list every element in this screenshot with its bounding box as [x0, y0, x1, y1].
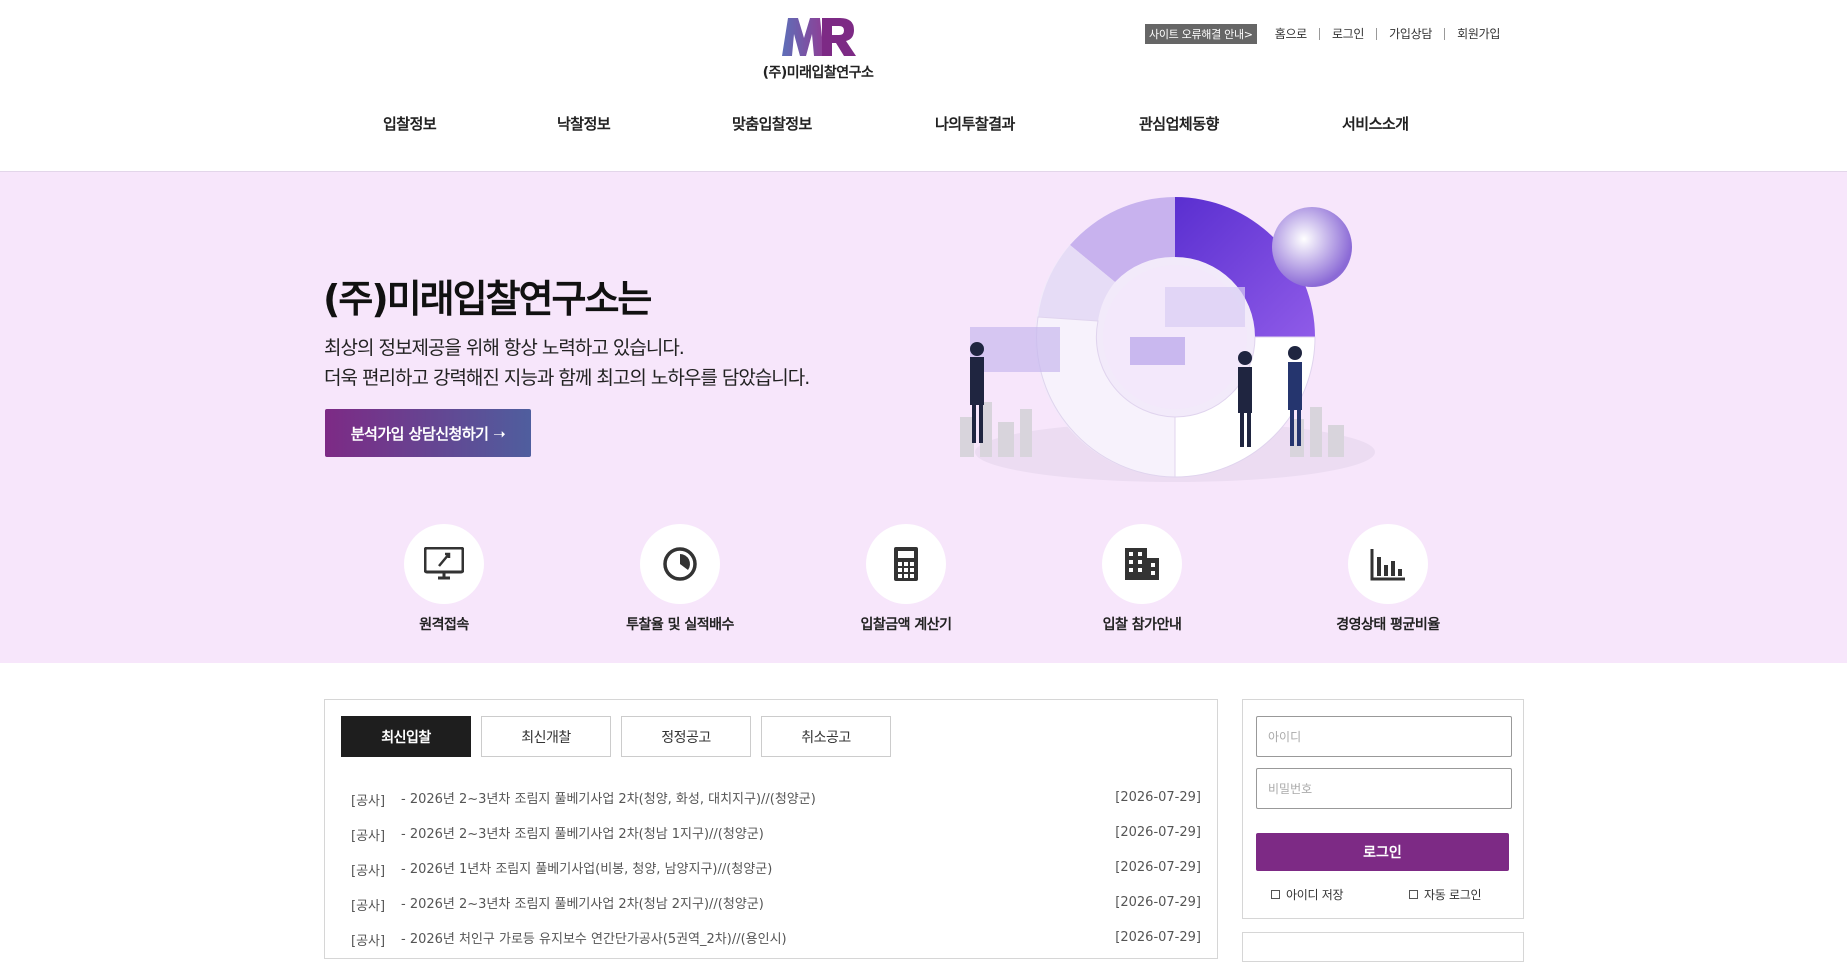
mr-logo-icon [782, 18, 856, 56]
top-links: 사이트 오류해결 안내> 홈으로 로그인 가입상담 회원가입 [1145, 24, 1512, 44]
quick-label: 원격접속 [419, 617, 469, 633]
bid-type: [공사] [351, 829, 386, 844]
site-header: (주)미래입찰연구소 사이트 오류해결 안내> 홈으로 로그인 가입상담 회원가… [0, 0, 1847, 172]
checkbox-icon[interactable] [1409, 890, 1418, 899]
consult-cta-button[interactable]: 분석가입 상담신청하기 ➝ [325, 409, 531, 457]
bid-title[interactable]: - 2026년 1년차 조림지 풀베기사업(비봉, 청양, 남양지구)//(청양… [401, 858, 772, 877]
sidebar-panel [1242, 932, 1524, 962]
bid-row[interactable]: [공사] - 2026년 1년차 조림지 풀베기사업(비봉, 청양, 남양지구)… [351, 858, 1201, 893]
bid-board: 최신입찰 최신개찰 정정공고 취소공고 [공사] - 2026년 2~3년차 조… [324, 699, 1218, 959]
tab-latest-openings[interactable]: 최신개찰 [481, 716, 611, 757]
board-tabs: 최신입찰 최신개찰 정정공고 취소공고 [341, 716, 891, 757]
bid-type: [공사] [351, 934, 386, 949]
home-link[interactable]: 홈으로 [1275, 28, 1319, 40]
hero-line-2: 더욱 편리하고 강력해진 지능과 함께 최고의 노하우를 담았습니다. [324, 367, 810, 389]
logo-name: (주)미래입찰연구소 [762, 65, 874, 81]
calculator-icon [894, 547, 918, 581]
bid-title[interactable]: - 2026년 2~3년차 조림지 풀베기사업 2차(청남 1지구)//(청양군… [401, 823, 764, 842]
tab-cancellations[interactable]: 취소공고 [761, 716, 891, 757]
quick-bid-guide[interactable]: 입찰 참가안내 [1042, 524, 1242, 634]
bid-date: [2026-07-29] [1115, 930, 1201, 945]
hero-banner: (주)미래입찰연구소는 최상의 정보제공을 위해 항상 노력하고 있습니다. 더… [0, 172, 1847, 663]
bid-title[interactable]: - 2026년 처인구 가로등 유지보수 연간단가공사(5권역_2차)//(용인… [401, 928, 787, 947]
auto-login-checkbox[interactable]: 자동 로그인 [1409, 886, 1482, 903]
password-input[interactable] [1256, 768, 1512, 809]
save-id-checkbox[interactable]: 아이디 저장 [1271, 886, 1344, 903]
signup-link[interactable]: 회원가입 [1444, 28, 1512, 40]
remote-monitor-icon [424, 547, 464, 580]
quick-bid-rate[interactable]: 투찰율 및 실적배수 [580, 524, 780, 634]
nav-custom-bid[interactable]: 맞춤입찰정보 [732, 113, 812, 134]
consult-link[interactable]: 가입상담 [1376, 28, 1444, 40]
bid-row[interactable]: [공사] - 2026년 2~3년차 조림지 풀베기사업 2차(청남 2지구)/… [351, 893, 1201, 928]
quick-bid-calculator[interactable]: 입찰금액 계산기 [806, 524, 1006, 634]
user-id-input[interactable] [1256, 716, 1512, 757]
save-id-label: 아이디 저장 [1286, 888, 1344, 902]
nav-service-intro[interactable]: 서비스소개 [1342, 113, 1409, 134]
login-box: 로그인 아이디 저장 자동 로그인 [1242, 699, 1524, 919]
site-notice-link[interactable]: 사이트 오류해결 안내> [1145, 24, 1257, 44]
bid-title[interactable]: - 2026년 2~3년차 조림지 풀베기사업 2차(청남 2지구)//(청양군… [401, 893, 764, 912]
bid-date: [2026-07-29] [1115, 860, 1201, 875]
hero-line-1: 최상의 정보제공을 위해 항상 노력하고 있습니다. [324, 337, 685, 359]
nav-company-trends[interactable]: 관심업체동향 [1139, 113, 1219, 134]
bid-row[interactable]: [공사] - 2026년 처인구 가로등 유지보수 연간단가공사(5권역_2차)… [351, 928, 1201, 963]
login-link[interactable]: 로그인 [1318, 28, 1376, 40]
bid-date: [2026-07-29] [1115, 895, 1201, 910]
building-icon [1125, 548, 1159, 580]
quick-label: 투찰율 및 실적배수 [626, 617, 734, 633]
quick-remote-access[interactable]: 원격접속 [344, 524, 544, 634]
bid-date: [2026-07-29] [1115, 825, 1201, 840]
bid-type: [공사] [351, 899, 386, 914]
hero-illustration [960, 197, 1375, 482]
logo[interactable]: (주)미래입찰연구소 [753, 16, 883, 82]
login-button[interactable]: 로그인 [1256, 833, 1509, 871]
bid-date: [2026-07-29] [1115, 790, 1201, 805]
hero-title: (주)미래입찰연구소는 [323, 277, 652, 321]
pie-chart-icon [663, 547, 697, 581]
nav-award-info[interactable]: 낙찰정보 [557, 113, 611, 134]
bid-title[interactable]: - 2026년 2~3년차 조림지 풀베기사업 2차(청양, 화성, 대치지구)… [401, 788, 816, 807]
bid-type: [공사] [351, 794, 386, 809]
quick-label: 입찰금액 계산기 [860, 617, 952, 633]
bid-type: [공사] [351, 864, 386, 879]
bar-chart-icon [1370, 549, 1405, 581]
nav-my-results[interactable]: 나의투찰결과 [935, 113, 1015, 134]
main-nav: 입찰정보 낙찰정보 맞춤입찰정보 나의투찰결과 관심업체동향 서비스소개 [0, 113, 1847, 137]
quick-management-ratio[interactable]: 경영상태 평균비율 [1288, 524, 1488, 634]
bid-row[interactable]: [공사] - 2026년 2~3년차 조림지 풀베기사업 2차(청남 1지구)/… [351, 823, 1201, 858]
checkbox-icon[interactable] [1271, 890, 1280, 899]
auto-login-label: 자동 로그인 [1424, 888, 1482, 902]
quick-label: 경영상태 평균비율 [1336, 617, 1440, 633]
bid-row[interactable]: [공사] - 2026년 2~3년차 조림지 풀베기사업 2차(청양, 화성, … [351, 788, 1201, 823]
quick-label: 입찰 참가안내 [1102, 617, 1182, 633]
bid-list: [공사] - 2026년 2~3년차 조림지 풀베기사업 2차(청양, 화성, … [351, 788, 1201, 963]
tab-latest-bids[interactable]: 최신입찰 [341, 716, 471, 757]
nav-bid-info[interactable]: 입찰정보 [383, 113, 437, 134]
tab-corrections[interactable]: 정정공고 [621, 716, 751, 757]
